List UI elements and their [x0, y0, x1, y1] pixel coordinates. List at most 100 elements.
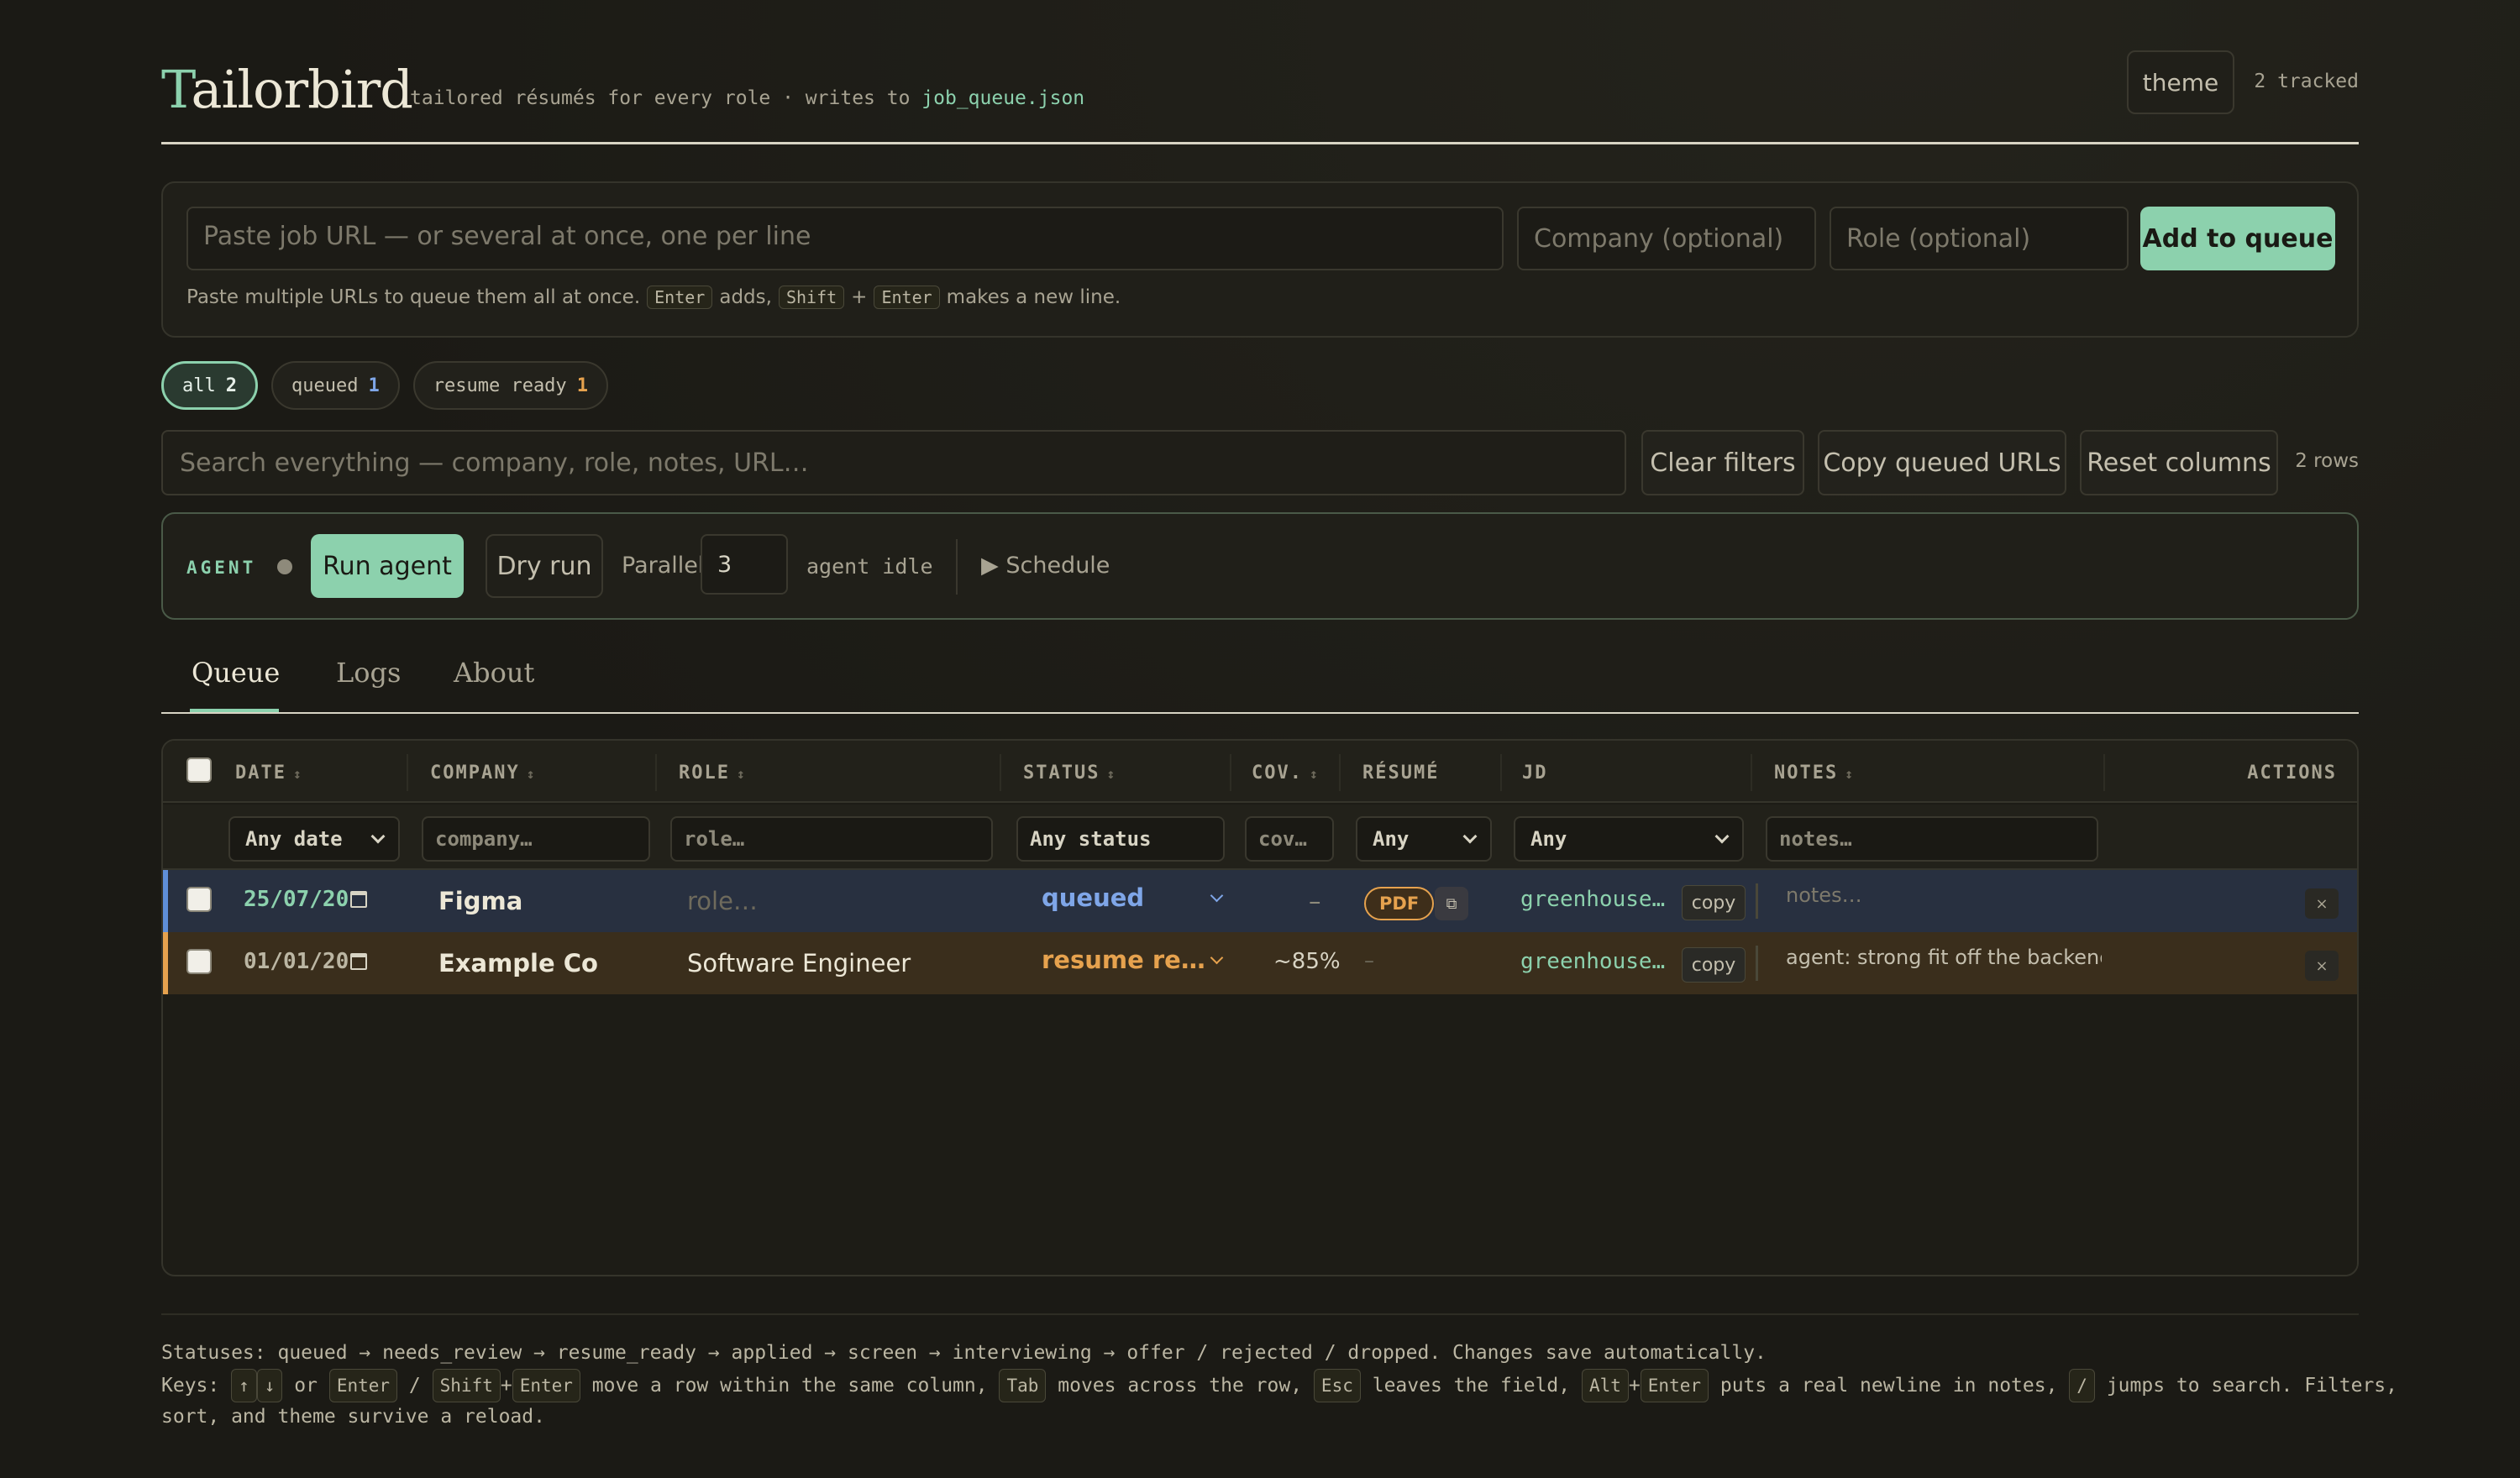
col-company[interactable]: COMPANY ↕ [430, 763, 536, 784]
calendar-icon [350, 953, 368, 970]
reset-columns-button[interactable]: Reset columns [2080, 430, 2278, 495]
enter-key: Enter [647, 286, 713, 309]
column-divider [1339, 754, 1341, 791]
view-tabs: Queue Logs About [161, 638, 2359, 714]
resume-filter-select[interactable]: Any [1356, 816, 1492, 862]
chevron-down-icon [1210, 951, 1224, 964]
tab-key: Tab [999, 1369, 1047, 1402]
parallel-input[interactable]: 3 [701, 534, 788, 595]
column-divider [655, 754, 657, 791]
app-logo: Tailorbird [161, 59, 413, 120]
intake-hint: Paste multiple URLs to queue them all at… [186, 286, 1121, 309]
status-filter-pills: all 2 queued 1 resume ready 1 [161, 361, 608, 410]
coverage-filter-input[interactable]: cov… [1245, 816, 1334, 862]
copy-jd-button[interactable]: copy [1682, 885, 1746, 920]
keys-help: Keys: ↑ ↓ or Enter / Shift + Enter move a r… [161, 1369, 2397, 1402]
company-filter-input[interactable]: company… [422, 816, 650, 862]
jd-link[interactable]: greenhouse… [1520, 949, 1665, 974]
col-date[interactable]: DATE ↕ [235, 763, 303, 784]
company-input[interactable]: Company (optional) [1517, 207, 1816, 270]
agent-status-text: agent idle [806, 554, 933, 579]
jd-link[interactable]: greenhouse… [1520, 887, 1665, 912]
column-divider [1000, 754, 1001, 791]
column-divider [407, 754, 408, 791]
active-tab-indicator [190, 709, 279, 712]
jd-filter-select[interactable]: Any [1514, 816, 1744, 862]
status-filter-input[interactable]: Any status [1016, 816, 1225, 862]
search-input[interactable]: Search everything — company, role, notes… [161, 430, 1626, 495]
keys-help-continued: sort, and theme survive a reload. [161, 1406, 545, 1428]
col-jd: JD [1522, 763, 1548, 784]
column-filters: Any date company… role… Any status cov… … [163, 805, 2357, 870]
col-status[interactable]: STATUS ↕ [1023, 763, 1116, 784]
tracked-count: 2 tracked [2254, 71, 2359, 92]
theme-toggle-button[interactable]: theme [2127, 50, 2234, 114]
resume-pdf-link[interactable]: PDF [1364, 887, 1435, 920]
copy-jd-button[interactable]: copy [1682, 947, 1746, 983]
footer-divider [161, 1313, 2359, 1315]
role-cell[interactable]: role… [687, 887, 758, 915]
shift-key: Shift [778, 286, 845, 309]
chevron-down-icon [370, 829, 386, 844]
pill-resume-ready[interactable]: resume ready 1 [412, 361, 608, 410]
chevron-down-icon [1714, 829, 1730, 844]
statuses-help: Statuses: queued → needs_review → resume… [161, 1342, 1767, 1364]
delete-row-button[interactable]: × [2305, 888, 2339, 919]
notes-divider [1756, 946, 1758, 981]
status-select[interactable]: queued [1042, 883, 1224, 912]
status-select[interactable]: resume re… [1042, 946, 1224, 974]
pill-queued[interactable]: queued 1 [271, 361, 400, 410]
column-divider [1751, 754, 1752, 791]
sort-icon: ↕ [1845, 766, 1855, 782]
notes-filter-input[interactable]: notes… [1766, 816, 2098, 862]
date-input[interactable]: 25/07/20 [244, 887, 368, 912]
clear-filters-button[interactable]: Clear filters [1641, 430, 1804, 495]
notes-textarea[interactable]: notes… [1786, 883, 2102, 907]
dry-run-button[interactable]: Dry run [486, 534, 603, 598]
pill-all[interactable]: all 2 [161, 361, 258, 410]
queue-file-name: job_queue.json [921, 87, 1085, 109]
copy-icon[interactable]: ⧉ [1435, 887, 1468, 920]
agent-status-dot [277, 559, 292, 574]
intake-panel: Paste job URL — or several at once, one … [161, 181, 2359, 338]
role-input[interactable]: Role (optional) [1830, 207, 2129, 270]
company-cell[interactable]: Figma [438, 887, 522, 915]
role-filter-input[interactable]: role… [670, 816, 993, 862]
header: Tailorbird tailored résumés for every ro… [161, 0, 2359, 144]
role-cell[interactable]: Software Engineer [687, 949, 911, 977]
shift-key: Shift [432, 1369, 501, 1402]
esc-key: Esc [1313, 1369, 1361, 1402]
schedule-toggle[interactable]: ▶ Schedule [981, 553, 1110, 579]
tab-logs[interactable]: Logs [336, 657, 401, 689]
add-to-queue-button[interactable]: Add to queue [2140, 207, 2335, 270]
queue-table: DATE ↕ COMPANY ↕ ROLE ↕ STATUS ↕ COV. ↕ RÉSUM… [161, 739, 2359, 1276]
notes-textarea[interactable]: agent: strong fit off the backenc [1786, 946, 2102, 969]
col-actions: ACTIONS [2247, 763, 2337, 784]
sort-icon: ↕ [1106, 766, 1117, 782]
row-checkbox[interactable] [186, 949, 212, 974]
col-notes[interactable]: NOTES ↕ [1774, 763, 1855, 784]
parallel-label: Parallel [622, 553, 705, 579]
run-agent-button[interactable]: Run agent [311, 534, 464, 598]
col-role[interactable]: ROLE ↕ [679, 763, 747, 784]
col-coverage[interactable]: COV. ↕ [1252, 763, 1320, 784]
copy-queued-urls-button[interactable]: Copy queued URLs [1818, 430, 2066, 495]
tab-queue[interactable]: Queue [192, 657, 280, 689]
date-filter-select[interactable]: Any date [228, 816, 400, 862]
table-row[interactable]: 25/07/20 Figma role… queued – PDF ⧉ gree… [163, 870, 2357, 932]
sort-icon: ↕ [526, 766, 537, 782]
sort-icon: ↕ [736, 766, 747, 782]
delete-row-button[interactable]: × [2305, 951, 2339, 981]
table-row[interactable]: 01/01/20 Example Co Software Engineer re… [163, 932, 2357, 994]
chevron-down-icon [1462, 829, 1478, 844]
company-cell[interactable]: Example Co [438, 949, 598, 977]
select-all-checkbox[interactable] [186, 757, 212, 783]
slash-key: / [2069, 1369, 2095, 1402]
table-header: DATE ↕ COMPANY ↕ ROLE ↕ STATUS ↕ COV. ↕ RÉSUM… [163, 741, 2357, 803]
tab-about[interactable]: About [454, 657, 534, 689]
row-checkbox[interactable] [186, 887, 212, 912]
date-input[interactable]: 01/01/20 [244, 949, 368, 974]
arrow-down-key: ↓ [256, 1369, 283, 1402]
enter-key: Enter [1640, 1369, 1709, 1402]
job-url-textarea[interactable]: Paste job URL — or several at once, one … [186, 207, 1504, 270]
